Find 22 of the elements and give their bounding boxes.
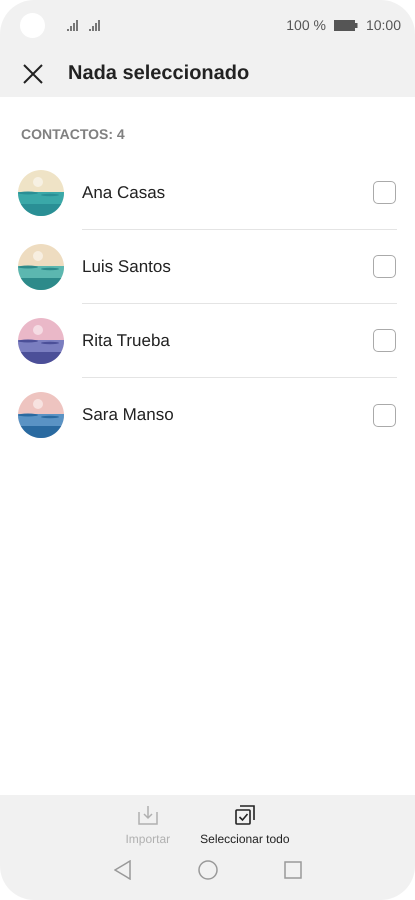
home-button[interactable] [198,860,218,880]
contact-name: Ana Casas [82,182,166,202]
checkbox[interactable] [373,329,396,352]
toolbar-button[interactable]: Seleccionar todo [200,804,290,846]
section-label: CONTACTOS: 4 [20,125,126,144]
contact-name: Sara Manso [82,405,174,425]
signal-icon [67,19,81,31]
back-button[interactable] [114,860,132,880]
battery-icon [334,20,358,30]
clock: 10:00 [366,17,401,33]
download-icon [136,804,159,826]
signal-icon [89,19,103,31]
contact-name: Luis Santos [82,256,171,276]
close-button[interactable] [22,62,44,84]
checkbox[interactable] [373,181,396,204]
checkbox[interactable] [373,404,396,426]
recents-button[interactable] [284,861,302,879]
battery-percentage: 100 % [286,17,326,33]
checkbox[interactable] [373,255,396,278]
contact-name: Rita Trueba [82,330,170,350]
select-all-icon [234,804,256,826]
header-title: Nada seleccionado [68,62,250,85]
